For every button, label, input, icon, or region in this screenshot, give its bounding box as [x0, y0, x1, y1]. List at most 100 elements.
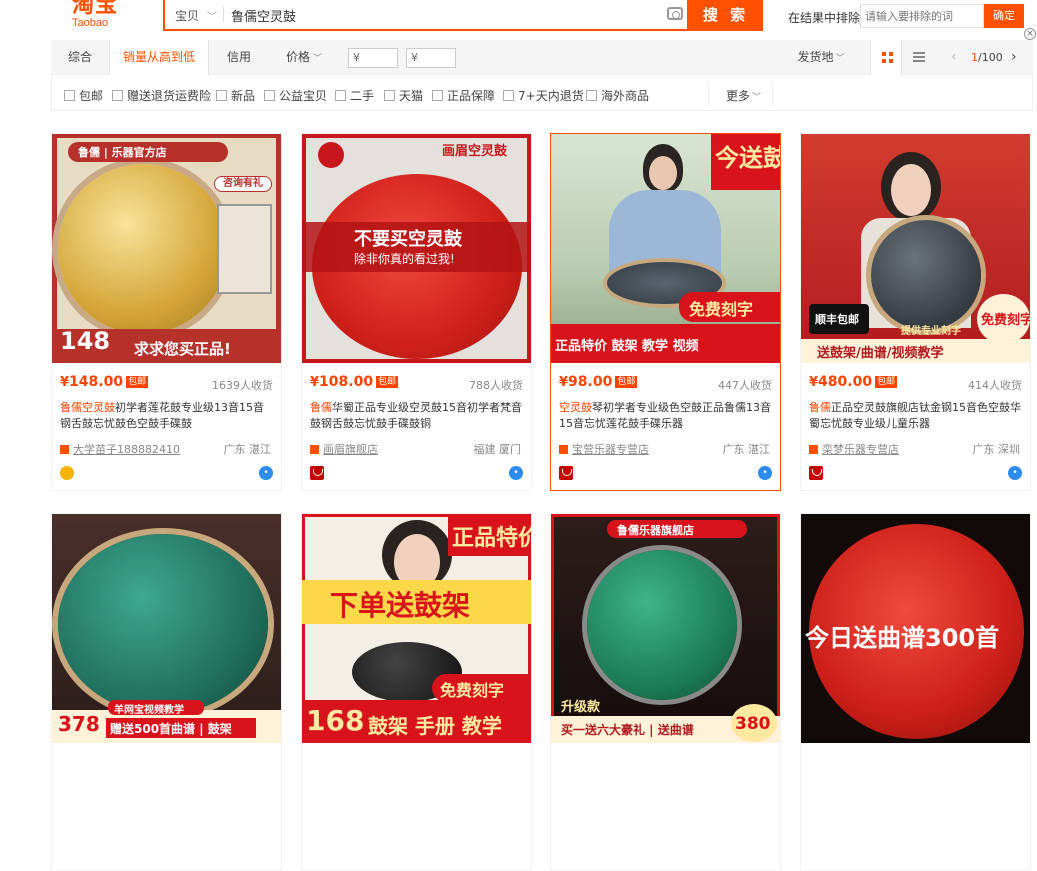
shop-link[interactable]: 栾梦乐器专营店 — [809, 441, 899, 457]
sort-price[interactable]: 价格 ﹀ — [269, 40, 339, 75]
checkbox[interactable] — [264, 90, 275, 101]
product-image[interactable]: 不要买空灵鼓 除非你真的看过我! 画眉空灵鼓 — [302, 134, 531, 363]
exclude-input[interactable] — [860, 4, 984, 28]
product-price: ¥98.00 包邮 — [559, 374, 638, 390]
product-image[interactable]: 咨询有礼 鲁儒 | 乐器官方店 148 求求您买正品! — [52, 134, 281, 363]
poster-mid: 免费刻字 — [689, 300, 754, 319]
grid-view-toggle[interactable] — [870, 40, 902, 75]
shop-name: 画眉旗舰店 — [323, 443, 378, 456]
page-total: /100 — [978, 51, 1003, 64]
product-card[interactable]: 不要买空灵鼓 除非你真的看过我! 画眉空灵鼓 ¥108.00 包邮 788人收货 … — [301, 133, 532, 491]
poster-price: 168 — [306, 704, 365, 737]
filter-new[interactable]: 新品 — [216, 87, 255, 104]
filter-free-shipping[interactable]: 包邮 — [64, 87, 103, 104]
product-card[interactable]: 鲁儒乐器旗舰店 升级款 买一送六大豪礼 | 送曲谱 380 — [550, 513, 781, 871]
filter-7day-return[interactable]: 7+天内退货 — [503, 87, 584, 104]
product-image[interactable]: 鲁儒乐器旗舰店 升级款 买一送六大豪礼 | 送曲谱 380 — [551, 514, 780, 743]
title-text: 正品空灵鼓旗舰店钛金钢15音色空鼓华蜀忘忧鼓专业级儿童乐器 — [809, 401, 1021, 430]
product-card[interactable]: 正品特价 下单送鼓架 免费刻字 168 鼓架 手册 教学 — [301, 513, 532, 871]
more-filters[interactable]: 更多 ﹀ — [726, 87, 761, 104]
search-type-select[interactable]: 宝贝 ﹀ — [175, 7, 217, 24]
poster-top: 鲁儒 | 乐器官方店 — [78, 146, 167, 159]
checkbox[interactable] — [432, 90, 443, 101]
product-image[interactable]: 378 赠送500首曲谱 | 鼓架 羊网宝视频教学 — [52, 514, 281, 743]
shop-link[interactable]: 画眉旗舰店 — [310, 441, 378, 457]
product-card[interactable]: 咨询有礼 鲁儒 | 乐器官方店 148 求求您买正品! ¥148.00 包邮 16… — [51, 133, 282, 491]
checkbox[interactable] — [64, 90, 75, 101]
checkbox[interactable] — [216, 90, 227, 101]
product-image[interactable]: 顺丰包邮 提供专业刻字 免费刻字 送鼓架/曲谱/视频教学 — [801, 134, 1030, 363]
checkbox[interactable] — [384, 90, 395, 101]
price-max-input[interactable]: ¥ — [406, 48, 456, 68]
product-card[interactable]: 顺丰包邮 提供专业刻字 免费刻字 送鼓架/曲谱/视频教学 ¥480.00 包邮 4… — [800, 133, 1031, 491]
product-card[interactable]: 378 赠送500首曲谱 | 鼓架 羊网宝视频教学 — [51, 513, 282, 871]
product-title[interactable]: 空灵鼓琴初学者专业级色空鼓正品鲁儒13音15音忘忧莲花鼓手碟乐器 — [559, 400, 773, 432]
product-image[interactable]: 今送鼓架 免费刻字 正品特价 鼓架 教学 视频 — [551, 134, 780, 363]
poster-top: 正品特价 — [452, 526, 531, 551]
shop-name: 大学苗子188882410 — [73, 443, 180, 456]
wangwang-chat-icon[interactable]: • — [509, 466, 523, 480]
exclude-label: 在结果中排除 — [788, 11, 861, 25]
list-icon[interactable] — [913, 52, 925, 62]
product-price: ¥148.00 包邮 — [60, 374, 149, 390]
poster-price: 378 — [58, 712, 100, 736]
product-title[interactable]: 鲁儒华蜀正品专业级空灵鼓15音初学者梵音鼓钢舌鼓忘忧鼓手碟鼓铜 — [310, 400, 524, 432]
filter-genuine[interactable]: 正品保障 — [432, 87, 495, 104]
checkbox[interactable] — [112, 90, 123, 101]
exclude-confirm-button[interactable]: 确定 — [984, 4, 1024, 28]
product-title[interactable]: 鲁儒正品空灵鼓旗舰店钛金钢15音色空鼓华蜀忘忧鼓专业级儿童乐器 — [809, 400, 1023, 432]
camera-icon[interactable] — [667, 7, 683, 20]
shop-link[interactable]: 大学苗子188882410 — [60, 441, 180, 457]
checkbox[interactable] — [503, 90, 514, 101]
divider — [223, 6, 224, 22]
price-value: 98.00 — [568, 374, 613, 390]
poster-main: 下单送鼓架 — [330, 589, 471, 622]
filter-overseas[interactable]: 海外商品 — [586, 87, 649, 104]
ship-from-label: 发货地 — [797, 50, 834, 64]
sort-default[interactable]: 综合 — [51, 40, 109, 75]
ship-from-dropdown[interactable]: 发货地 ﹀ — [791, 40, 851, 75]
poster-bottom: 鼓架 手册 教学 — [368, 714, 502, 738]
filter-tmall[interactable]: 天猫 — [384, 87, 423, 104]
checkbox[interactable] — [335, 90, 346, 101]
chevron-down-icon: ﹀ — [835, 54, 845, 64]
product-price: ¥480.00 包邮 — [809, 374, 898, 390]
tmall-icon — [310, 466, 324, 480]
poster-free: 免费刻字 — [440, 681, 505, 700]
sort-credit[interactable]: 信用 — [209, 40, 269, 75]
crown-icon — [60, 466, 74, 480]
filter-second-hand[interactable]: 二手 — [335, 87, 374, 104]
search-button[interactable]: 搜 索 — [689, 0, 763, 31]
title-keyword: 空灵鼓 — [559, 401, 592, 414]
prev-page-icon[interactable]: ‹ — [951, 40, 957, 75]
product-card[interactable]: 今送鼓架 免费刻字 正品特价 鼓架 教学 视频 ¥98.00包邮 447人收货 … — [550, 133, 781, 491]
filter-return-insurance[interactable]: 赠送退货运费险 — [112, 87, 211, 104]
chevron-down-icon: ﹀ — [313, 54, 323, 64]
product-image[interactable]: 今日送曲谱300首 — [801, 514, 1030, 743]
shop-link[interactable]: 宝营乐器专营店 — [559, 441, 649, 457]
next-page-icon[interactable]: › — [1011, 40, 1017, 75]
poster-tag: 升级款 — [561, 700, 601, 715]
sort-sales[interactable]: 销量从高到低 — [109, 40, 209, 75]
wangwang-chat-icon[interactable]: • — [259, 466, 273, 480]
product-image[interactable]: 正品特价 下单送鼓架 免费刻字 168 鼓架 手册 教学 — [302, 514, 531, 743]
close-icon[interactable]: × — [1024, 28, 1036, 40]
checkbox[interactable] — [586, 90, 597, 101]
filter-charity[interactable]: 公益宝贝 — [264, 87, 327, 104]
poster-price: 380 — [735, 714, 771, 734]
wangwang-chat-icon[interactable]: • — [1008, 466, 1022, 480]
price-min-input[interactable]: ¥ — [348, 48, 398, 68]
shop-name: 栾梦乐器专营店 — [822, 443, 899, 456]
shop-icon — [60, 445, 69, 454]
product-card[interactable]: 今日送曲谱300首 — [800, 513, 1031, 871]
product-title[interactable]: 鲁儒空灵鼓初学者莲花鼓专业级13音15音钢舌鼓忘忧鼓色空鼓手碟鼓 — [60, 400, 274, 432]
chevron-down-icon: ﹀ — [207, 12, 218, 23]
search-input[interactable] — [231, 5, 631, 25]
filter-label: 新品 — [231, 89, 256, 103]
divider — [772, 81, 773, 105]
wangwang-chat-icon[interactable]: • — [758, 466, 772, 480]
poster-sub: 除非你真的看过我! — [354, 252, 455, 266]
free-shipping-badge: 包邮 — [376, 376, 399, 388]
taobao-logo[interactable]: 淘宝 Taobao — [72, 0, 132, 34]
price-value: 108.00 — [319, 374, 374, 390]
